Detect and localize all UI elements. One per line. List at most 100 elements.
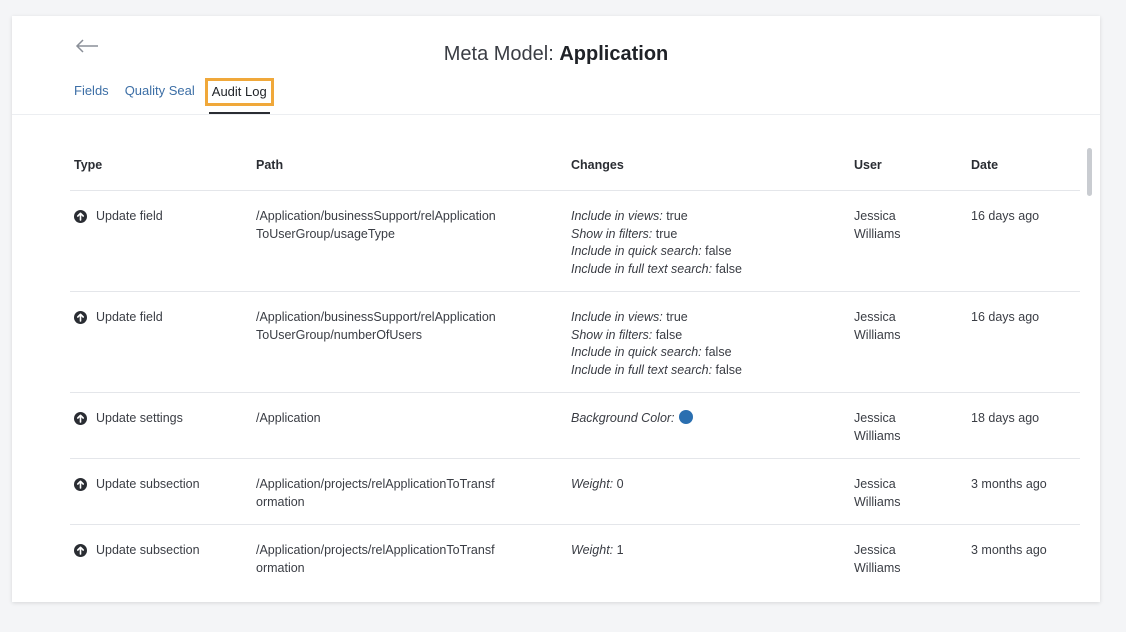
- cell-changes: Include in views: true Show in filters: t…: [567, 190, 850, 292]
- change-key: Include in full text search:: [571, 261, 713, 276]
- arrow-up-circle-icon: [74, 311, 87, 325]
- table-row[interactable]: Update subsection/Application/projects/r…: [70, 524, 1080, 590]
- change-key: Weight:: [571, 477, 614, 491]
- cell-date: 3 months ago: [967, 524, 1080, 590]
- change-value: false: [712, 261, 742, 276]
- type-cell: Update subsection: [74, 542, 252, 560]
- date-text: 16 days ago: [971, 310, 1040, 324]
- table-row[interactable]: Update field/Application/businessSupport…: [70, 291, 1080, 393]
- arrow-up-circle-icon: [74, 210, 87, 224]
- audit-log-table: Type Path Changes User Date Update field…: [70, 150, 1080, 590]
- cell-type: Update field: [70, 291, 252, 393]
- path-text: /Application/businessSupport/relApplicat…: [256, 209, 496, 241]
- change-line: Weight: 0: [571, 476, 850, 494]
- cell-path: /Application/projects/relApplicationToTr…: [252, 524, 567, 590]
- tab-quality-seal[interactable]: Quality Seal: [125, 77, 195, 104]
- page-title: Meta Model: Application: [12, 43, 1100, 66]
- change-line: Include in full text search: false: [571, 261, 850, 279]
- arrow-up-circle-icon: [74, 544, 87, 558]
- date-text: 16 days ago: [971, 209, 1040, 223]
- table-row[interactable]: Update field/Application/businessSupport…: [70, 190, 1080, 292]
- scrollbar-thumb[interactable]: [1087, 148, 1092, 196]
- change-line: Show in filters: true: [571, 226, 850, 244]
- arrow-up-circle-icon: [74, 412, 87, 426]
- change-value: false: [652, 327, 683, 342]
- arrow-up-circle-icon: [74, 478, 87, 492]
- change-value: false: [712, 362, 742, 377]
- type-label: Update subsection: [96, 477, 200, 491]
- date-text: 18 days ago: [971, 411, 1040, 425]
- column-header-type[interactable]: Type: [70, 150, 252, 191]
- cell-type: Update subsection: [70, 524, 252, 590]
- change-line: Show in filters: false: [571, 327, 850, 345]
- column-header-path[interactable]: Path: [252, 150, 567, 191]
- cell-path: /Application/projects/relApplicationToTr…: [252, 458, 567, 525]
- path-text: /Application/projects/relApplicationToTr…: [256, 477, 495, 509]
- cell-changes: Weight: 1: [567, 524, 850, 590]
- cell-type: Update settings: [70, 392, 252, 459]
- date-text: 3 months ago: [971, 543, 1047, 557]
- tab-bar: Fields Quality Seal Audit Log: [74, 77, 288, 114]
- change-value: 1: [613, 543, 624, 557]
- table-row[interactable]: Update settings/Application Background Co…: [70, 392, 1080, 459]
- change-value: false: [701, 345, 732, 359]
- change-key: Show in filters:: [571, 226, 653, 241]
- path-text: /Application: [256, 411, 321, 425]
- cell-user: Jessica Williams: [850, 190, 967, 292]
- path-text: /Application/businessSupport/relApplicat…: [256, 310, 496, 342]
- cell-date: 16 days ago: [967, 291, 1080, 393]
- cell-changes: Weight: 0: [567, 458, 850, 525]
- column-header-date[interactable]: Date: [967, 150, 1080, 191]
- cell-path: /Application: [252, 392, 567, 459]
- tab-fields[interactable]: Fields: [74, 77, 109, 104]
- user-name: Jessica Williams: [854, 477, 901, 509]
- change-line: Include in quick search: false: [571, 344, 850, 362]
- type-label: Update settings: [96, 411, 183, 425]
- date-text: 3 months ago: [971, 477, 1047, 491]
- change-line: Background Color:: [571, 410, 850, 428]
- change-key: Include in full text search:: [571, 362, 713, 377]
- user-name: Jessica Williams: [854, 310, 901, 342]
- cell-user: Jessica Williams: [850, 392, 967, 459]
- audit-log-panel: Meta Model: Application Fields Quality S…: [12, 16, 1100, 602]
- cell-user: Jessica Williams: [850, 458, 967, 525]
- page-title-prefix: Meta Model:: [443, 43, 560, 65]
- column-header-user[interactable]: User: [850, 150, 967, 191]
- cell-date: 3 months ago: [967, 458, 1080, 525]
- change-key: Weight:: [571, 543, 614, 557]
- change-key: Background Color:: [571, 411, 675, 425]
- type-label: Update field: [96, 209, 163, 223]
- user-name: Jessica Williams: [854, 209, 901, 241]
- change-key: Include in quick search:: [571, 345, 702, 359]
- cell-user: Jessica Williams: [850, 291, 967, 393]
- user-name: Jessica Williams: [854, 411, 901, 443]
- cell-type: Update field: [70, 190, 252, 292]
- page-header: Meta Model: Application Fields Quality S…: [12, 16, 1100, 115]
- type-cell: Update field: [74, 309, 252, 327]
- change-value: 0: [613, 477, 624, 491]
- type-cell: Update subsection: [74, 476, 252, 494]
- user-name: Jessica Williams: [854, 543, 901, 575]
- change-key: Include in views:: [571, 209, 663, 223]
- cell-changes: Include in views: true Show in filters: f…: [567, 291, 850, 393]
- cell-date: 18 days ago: [967, 392, 1080, 459]
- column-header-changes[interactable]: Changes: [567, 150, 850, 191]
- type-label: Update field: [96, 310, 163, 324]
- change-value: true: [652, 226, 678, 241]
- change-key: Show in filters:: [571, 327, 653, 342]
- table-row[interactable]: Update subsection/Application/projects/r…: [70, 458, 1080, 525]
- cell-date: 16 days ago: [967, 190, 1080, 292]
- color-swatch: [678, 410, 693, 424]
- page-title-name: Application: [559, 43, 669, 65]
- cell-changes: Background Color:: [567, 392, 850, 459]
- cell-user: Jessica Williams: [850, 524, 967, 590]
- change-value: true: [662, 310, 688, 324]
- change-line: Include in full text search: false: [571, 362, 850, 380]
- tab-audit-log[interactable]: Audit Log: [204, 78, 274, 114]
- path-text: /Application/projects/relApplicationToTr…: [256, 543, 495, 575]
- change-line: Include in views: true: [571, 208, 850, 226]
- change-line: Include in quick search: false: [571, 243, 850, 261]
- cell-path: /Application/businessSupport/relApplicat…: [252, 291, 567, 393]
- table-header-row: Type Path Changes User Date: [70, 150, 1080, 191]
- change-line: Weight: 1: [571, 542, 850, 560]
